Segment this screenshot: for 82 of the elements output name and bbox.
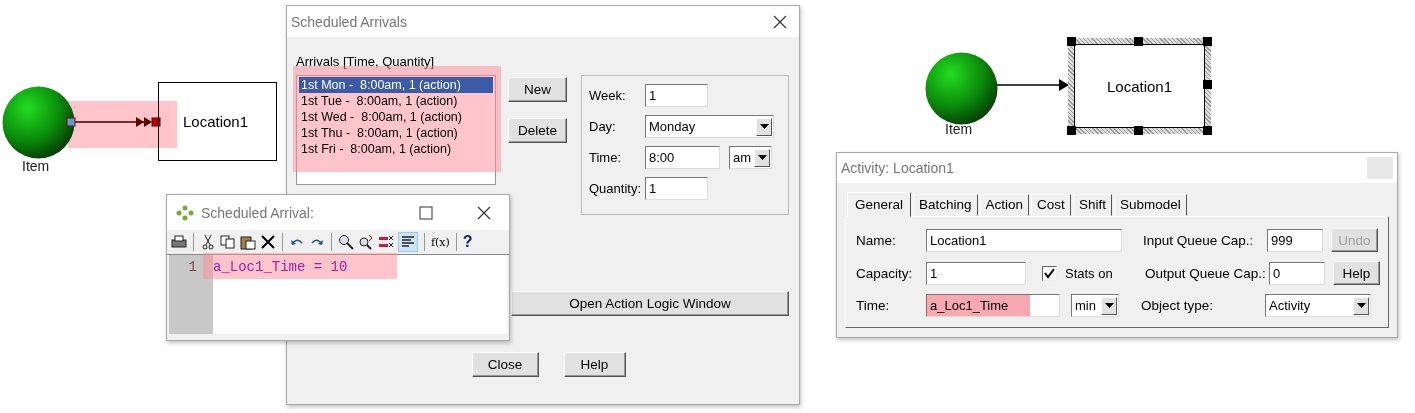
- field-label: Name:: [856, 232, 897, 248]
- location-label: Location1: [183, 113, 249, 130]
- close-icon[interactable]: [773, 14, 787, 29]
- caret-icon: [759, 124, 769, 129]
- paste-icon[interactable]: [240, 234, 256, 250]
- field-label: Day:: [589, 119, 617, 134]
- open-logic-button[interactable]: Open Action Logic Window: [511, 291, 789, 316]
- caret-icon: [757, 155, 767, 160]
- field-label: Output Queue Cap.:: [1145, 265, 1267, 281]
- tab[interactable]: Cost: [1031, 194, 1071, 216]
- help-button[interactable]: Help: [1333, 261, 1380, 285]
- caret-icon: [1104, 303, 1114, 308]
- arrival-item[interactable]: 1st Tue - 8:00am, 1 (action): [299, 93, 493, 109]
- align-icon: [401, 235, 415, 249]
- time-field[interactable]: a_Loc1_Time: [926, 294, 1060, 317]
- week-field[interactable]: 1: [645, 84, 708, 107]
- code-editor[interactable]: 1 a_Loc1_Time = 10: [169, 255, 507, 334]
- selection-handle[interactable]: [1203, 126, 1212, 135]
- window-title: Scheduled Arrival:: [201, 204, 315, 221]
- tab[interactable]: Shift: [1072, 194, 1112, 216]
- selection-handle[interactable]: [1067, 37, 1076, 46]
- format-button[interactable]: [398, 232, 418, 252]
- selection-handle[interactable]: [1067, 126, 1076, 135]
- line-number: 1: [187, 259, 198, 275]
- unit-dropdown[interactable]: min: [1071, 294, 1119, 317]
- tab[interactable]: General: [847, 192, 912, 217]
- entity-label: Item: [945, 121, 973, 137]
- field-label: Week:: [589, 88, 627, 103]
- time-field[interactable]: 8:00: [645, 146, 720, 169]
- capacity-field[interactable]: 1: [926, 261, 1026, 285]
- field-label: Time:: [589, 150, 623, 165]
- printer-icon[interactable]: [171, 234, 187, 250]
- close-button[interactable]: Close: [471, 352, 539, 377]
- help-button[interactable]: ?: [462, 233, 473, 251]
- checkbox[interactable]: [1042, 265, 1057, 281]
- tab[interactable]: Submodel: [1113, 194, 1187, 216]
- ampm-dropdown[interactable]: am: [729, 146, 772, 169]
- tab[interactable]: Action: [979, 194, 1030, 216]
- quantity-field[interactable]: 1: [645, 177, 708, 200]
- day-dropdown[interactable]: Monday: [645, 115, 774, 138]
- selection-handle[interactable]: [1134, 126, 1143, 135]
- arrival-item[interactable]: 1st Wed - 8:00am, 1 (action): [299, 109, 493, 125]
- delete-icon[interactable]: [260, 234, 276, 250]
- field-label: Quantity:: [589, 181, 643, 196]
- checkmark-icon: [1044, 267, 1055, 279]
- cut-icon[interactable]: [200, 234, 216, 250]
- copy-icon[interactable]: [220, 234, 236, 250]
- selection-handle[interactable]: [1134, 37, 1143, 46]
- field-label: Time:: [856, 298, 891, 313]
- tab[interactable]: Batching: [913, 194, 978, 216]
- location-label: Location1: [1106, 77, 1173, 95]
- arrival-item[interactable]: 1st Fri - 8:00am, 1 (action): [299, 141, 493, 157]
- new-button[interactable]: New: [508, 77, 567, 102]
- window-title: Scheduled Arrivals: [291, 13, 407, 30]
- input-queue-field[interactable]: 999: [1267, 228, 1323, 252]
- maximize-icon[interactable]: [419, 205, 433, 220]
- merge-icon[interactable]: [378, 234, 394, 250]
- object-type-dropdown[interactable]: Activity: [1265, 294, 1371, 317]
- search-icon[interactable]: [338, 234, 354, 250]
- selection-handle[interactable]: [1203, 80, 1212, 89]
- caret-icon: [1356, 303, 1366, 308]
- field-label: Object type:: [1141, 298, 1215, 313]
- help-button[interactable]: Help: [563, 352, 626, 377]
- list-label: Arrivals [Time, Quantity]: [296, 54, 436, 69]
- arrival-item[interactable]: 1st Mon - 8:00am, 1 (action): [299, 77, 493, 93]
- field-label: Input Queue Cap.:: [1143, 232, 1255, 248]
- sphere-icon: [924, 51, 999, 126]
- arrival-item[interactable]: 1st Thu - 8:00am, 1 (action): [299, 125, 493, 141]
- window-title: Activity: Location1: [841, 160, 954, 176]
- output-queue-field[interactable]: 0: [1269, 261, 1325, 285]
- app-icon: [175, 204, 195, 221]
- selection-handle[interactable]: [1203, 37, 1212, 46]
- sphere-icon: [1, 85, 76, 160]
- function-button[interactable]: f(x): [431, 235, 450, 249]
- code-line: a_Loc1_Time = 10: [213, 259, 348, 275]
- checkbox-label: Stats on: [1065, 265, 1114, 281]
- name-field[interactable]: Location1: [926, 228, 1122, 252]
- entity-label: Item: [22, 158, 50, 174]
- field-label: Capacity:: [856, 265, 914, 281]
- delete-button[interactable]: Delete: [508, 118, 567, 143]
- find-replace-icon[interactable]: [358, 234, 374, 250]
- close-icon[interactable]: [477, 205, 491, 220]
